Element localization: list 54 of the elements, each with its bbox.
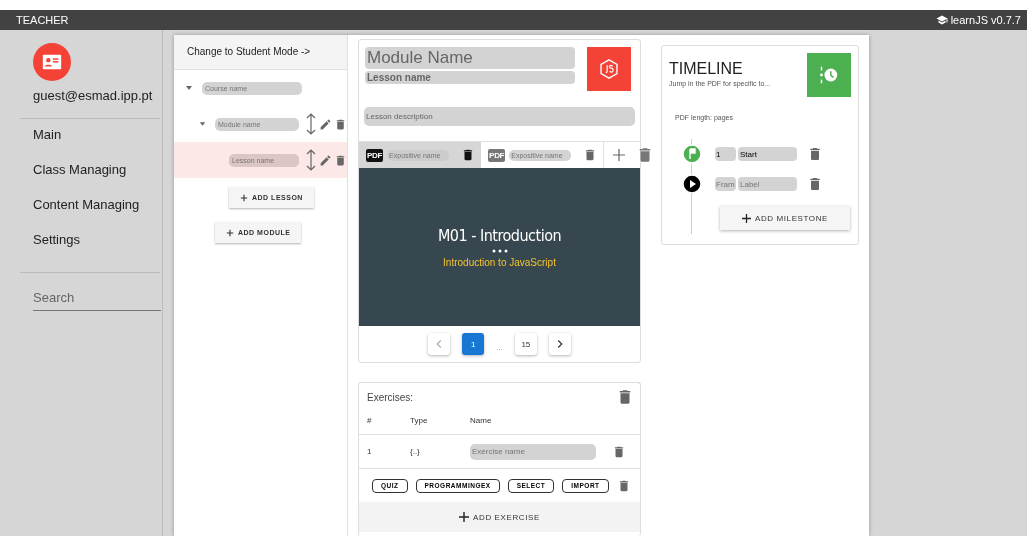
app-version: learnJS v0.7.7 bbox=[950, 14, 1021, 26]
graduation-cap-icon bbox=[935, 14, 948, 26]
column-header: # bbox=[367, 415, 373, 425]
up-down-arrows-icon[interactable] bbox=[305, 112, 317, 136]
avatar bbox=[33, 43, 71, 81]
dots-icon bbox=[491, 249, 508, 253]
nav-item[interactable]: Settings bbox=[16, 222, 156, 257]
table-cell-text: {..} bbox=[410, 447, 421, 456]
page-button[interactable]: 1 bbox=[462, 333, 485, 355]
module-name-field[interactable]: Module Name bbox=[365, 47, 575, 69]
caret-icon[interactable] bbox=[198, 119, 207, 129]
plus-icon bbox=[742, 213, 751, 223]
search-field[interactable]: Search bbox=[33, 287, 161, 311]
pdf-badge: PDF bbox=[366, 148, 384, 162]
plus-icon bbox=[240, 193, 248, 202]
app-title: TEACHER bbox=[16, 14, 69, 26]
plus-icon bbox=[226, 228, 234, 237]
frame-field[interactable]: 1 bbox=[715, 147, 736, 161]
lesson-description-field[interactable]: Lesson description bbox=[364, 107, 635, 126]
nav-item[interactable]: Main bbox=[16, 117, 156, 152]
delete-icon[interactable] bbox=[807, 146, 823, 162]
column-header: Type bbox=[410, 415, 429, 425]
column-header: Name bbox=[470, 415, 492, 425]
student-mode-link[interactable]: Change to Student Mode -> bbox=[174, 35, 347, 70]
add-milestone-button[interactable]: ADD MILESTONE bbox=[720, 206, 850, 230]
delete-icon[interactable] bbox=[612, 444, 626, 459]
slide-subtitle: Introduction to JavaScript bbox=[443, 257, 556, 268]
lesson-name-field[interactable]: Lesson name bbox=[365, 71, 575, 84]
user-email: guest@esmad.ipp.pt bbox=[33, 88, 154, 103]
edit-icon[interactable] bbox=[319, 153, 332, 167]
exercise-name-field[interactable]: Exercise name bbox=[470, 443, 596, 460]
exercises-title: Exercises: bbox=[367, 391, 414, 403]
up-down-arrows-icon[interactable] bbox=[305, 148, 317, 172]
next-page-button[interactable] bbox=[548, 333, 571, 355]
frame-field[interactable]: Fram bbox=[715, 177, 736, 191]
nav-item[interactable]: Class Managing bbox=[16, 152, 156, 187]
delete-icon[interactable] bbox=[334, 117, 347, 131]
table-cell-text: 1 bbox=[367, 447, 373, 456]
flag-icon bbox=[682, 144, 702, 164]
delete-icon[interactable] bbox=[807, 176, 823, 192]
milestone-label-field[interactable]: Label bbox=[738, 177, 797, 191]
pdf-badge: PDF bbox=[488, 148, 506, 162]
page-ellipsis: ... bbox=[496, 341, 503, 352]
add-exercise-button[interactable]: ADD EXERCISE bbox=[359, 502, 640, 532]
js-logo bbox=[587, 47, 631, 91]
plus-icon bbox=[459, 512, 470, 522]
nav-item[interactable]: Content Managing bbox=[16, 187, 156, 222]
slide-title: M01 - Introduction bbox=[437, 226, 562, 245]
timeline-title: TIMELINE bbox=[669, 60, 744, 78]
timeline-clock-icon bbox=[807, 53, 851, 97]
milestone-label-field[interactable]: Start bbox=[738, 147, 797, 161]
edit-icon[interactable] bbox=[319, 117, 332, 131]
page-button[interactable]: 15 bbox=[514, 333, 537, 355]
play-icon bbox=[682, 174, 702, 194]
